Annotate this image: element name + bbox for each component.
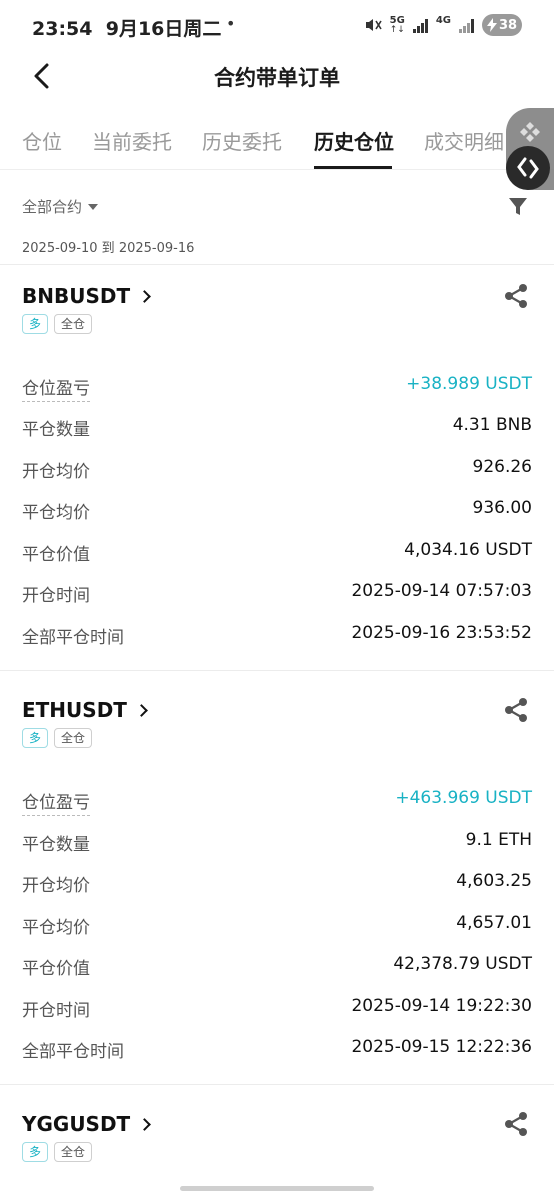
- charging-bolt-icon: [486, 18, 497, 32]
- row-label: 平仓价值: [22, 545, 90, 565]
- margin-mode-tag: 全仓: [54, 1142, 93, 1162]
- symbol-name: YGGUSDT: [22, 1112, 131, 1136]
- row-label: 平仓数量: [22, 835, 90, 855]
- symbol-name: BNBUSDT: [22, 284, 131, 308]
- side-tag: 多: [22, 1142, 49, 1162]
- row-value: 9.1 ETH: [465, 830, 532, 850]
- battery-indicator: 38: [482, 14, 522, 36]
- tab-open-orders[interactable]: 当前委托: [92, 126, 172, 155]
- card-divider: [0, 1084, 554, 1085]
- page-title: 合约带单订单: [214, 66, 340, 90]
- symbol-link[interactable]: ETHUSDT: [22, 698, 148, 722]
- chevron-right-icon: [135, 703, 148, 717]
- margin-mode-tag: 全仓: [54, 314, 93, 334]
- row-label: 全部平仓时间: [22, 1042, 124, 1062]
- detail-row: 平仓数量 9.1 ETH: [22, 828, 532, 856]
- signal-icon-2: [459, 17, 474, 33]
- detail-row: 平仓价值 4,034.16 USDT: [22, 538, 532, 566]
- date-range: 2025-09-10 到 2025-09-16: [22, 241, 195, 256]
- tab-position-history[interactable]: 历史仓位: [314, 126, 394, 155]
- diamond-logo-icon: [520, 122, 540, 142]
- caret-down-icon: [88, 203, 99, 210]
- row-label: 开仓均价: [22, 462, 90, 482]
- detail-row: 开仓均价 4,603.25: [22, 869, 532, 897]
- row-label: 平仓价值: [22, 959, 90, 979]
- home-indicator[interactable]: [180, 1186, 374, 1191]
- detail-row: 平仓数量 4.31 BNB: [22, 413, 532, 441]
- active-tab-indicator: [314, 166, 392, 169]
- tag-group: 多 全仓: [22, 728, 93, 748]
- row-value: 2025-09-16 23:53:52: [351, 623, 532, 643]
- card-divider: [0, 264, 554, 265]
- row-value: 2025-09-14 07:57:03: [351, 581, 532, 601]
- detail-row: 平仓均价 936.00: [22, 496, 532, 524]
- detail-row: 开仓时间 2025-09-14 19:22:30: [22, 994, 532, 1022]
- detail-row-pnl: 仓位盈亏 +463.969 USDT: [22, 786, 532, 816]
- row-label: 开仓时间: [22, 586, 90, 606]
- nav-bar: 合约带单订单: [0, 52, 554, 100]
- mute-icon: [365, 19, 382, 31]
- pnl-value: +463.969 USDT: [395, 788, 532, 808]
- pnl-label[interactable]: 仓位盈亏: [22, 788, 90, 816]
- tab-bar: 仓位 当前委托 历史委托 历史仓位 成交明细: [0, 118, 554, 170]
- status-bar: 23:54 9月16日周二 • 5G ↑↓ 4G 38: [0, 0, 554, 52]
- pnl-label[interactable]: 仓位盈亏: [22, 374, 90, 402]
- detail-row: 开仓时间 2025-09-14 07:57:03: [22, 579, 532, 607]
- side-tag: 多: [22, 314, 49, 334]
- share-icon[interactable]: [502, 1110, 530, 1138]
- row-label: 开仓均价: [22, 876, 90, 896]
- tab-trade-details[interactable]: 成交明细: [424, 126, 504, 155]
- net-5g-label: 5G: [389, 14, 405, 26]
- symbol-link[interactable]: BNBUSDT: [22, 284, 151, 308]
- chevron-right-icon: [138, 289, 151, 303]
- row-value: 4,657.01: [456, 913, 532, 933]
- detail-row: 全部平仓时间 2025-09-16 23:53:52: [22, 621, 532, 649]
- detail-row: 平仓均价 4,657.01: [22, 911, 532, 939]
- row-value: 42,378.79 USDT: [393, 954, 532, 974]
- row-value: 936.00: [472, 498, 532, 518]
- tag-group: 多 全仓: [22, 1142, 93, 1162]
- net-4g-label: 4G: [435, 14, 451, 26]
- funnel-icon[interactable]: [508, 196, 528, 218]
- tag-group: 多 全仓: [22, 314, 93, 334]
- status-icons: 5G ↑↓ 4G 38: [364, 14, 522, 36]
- contract-filter-label: 全部合约: [22, 198, 83, 216]
- tab-positions[interactable]: 仓位: [22, 126, 62, 155]
- row-value: 2025-09-15 12:22:36: [351, 1037, 532, 1057]
- signal-icon: [412, 17, 428, 33]
- symbol-name: ETHUSDT: [22, 698, 127, 722]
- row-value: 4.31 BNB: [452, 415, 532, 435]
- row-label: 全部平仓时间: [22, 628, 124, 648]
- detail-row-pnl: 仓位盈亏 +38.989 USDT: [22, 372, 532, 402]
- detail-row: 开仓均价 926.26: [22, 455, 532, 483]
- share-icon[interactable]: [502, 282, 530, 310]
- card-divider: [0, 670, 554, 671]
- pnl-value: +38.989 USDT: [406, 374, 532, 394]
- swap-arrows-icon: [517, 157, 539, 179]
- symbol-link[interactable]: YGGUSDT: [22, 1112, 152, 1136]
- chevron-right-icon: [138, 1117, 152, 1131]
- margin-mode-tag: 全仓: [54, 728, 93, 748]
- row-label: 平仓数量: [22, 420, 90, 440]
- row-label: 平仓均价: [22, 503, 90, 523]
- row-value: 926.26: [472, 457, 532, 477]
- contract-filter-dropdown[interactable]: 全部合约: [22, 196, 99, 217]
- detail-row: 平仓价值 42,378.79 USDT: [22, 952, 532, 980]
- status-time: 23:54 9月16日周二: [32, 18, 222, 40]
- tab-order-history[interactable]: 历史委托: [202, 126, 282, 155]
- row-value: 2025-09-14 19:22:30: [351, 996, 532, 1016]
- status-dot: •: [226, 14, 236, 33]
- share-icon[interactable]: [502, 696, 530, 724]
- detail-row: 全部平仓时间 2025-09-15 12:22:36: [22, 1035, 532, 1063]
- filter-row: 全部合约: [22, 196, 532, 224]
- side-tag: 多: [22, 728, 49, 748]
- row-label: 开仓时间: [22, 1001, 90, 1021]
- row-value: 4,603.25: [456, 871, 532, 891]
- row-label: 平仓均价: [22, 918, 90, 938]
- row-value: 4,034.16 USDT: [404, 540, 532, 560]
- battery-level: 38: [498, 17, 518, 33]
- floating-swap-button[interactable]: [506, 146, 550, 190]
- data-arrows-icon: ↑↓: [389, 24, 405, 35]
